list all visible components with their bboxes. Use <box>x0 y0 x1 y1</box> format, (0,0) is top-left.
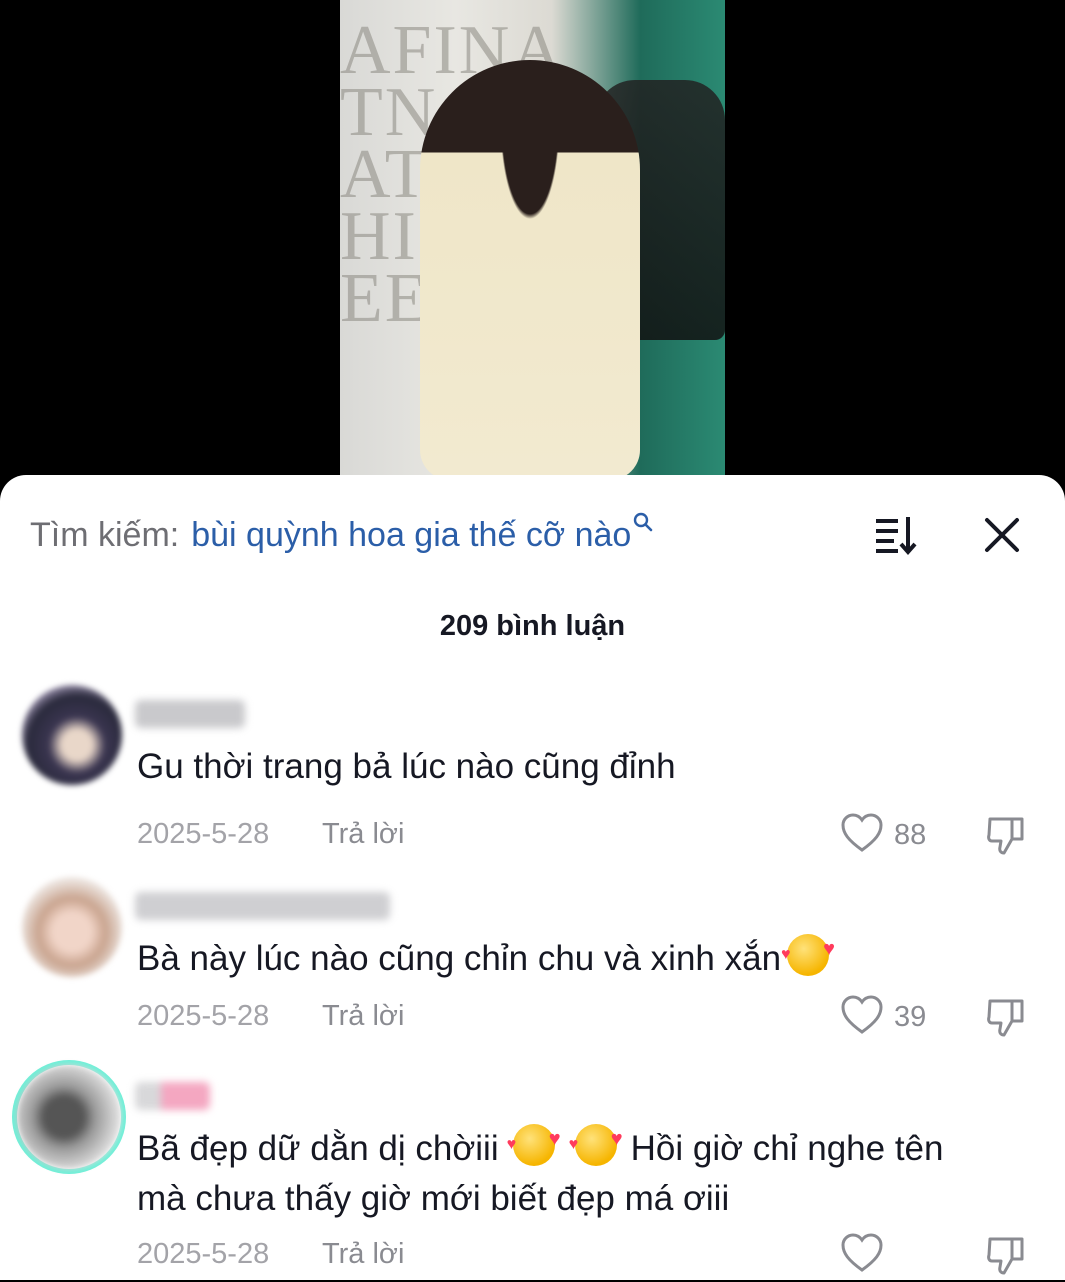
comment-date: 2025-5-28 <box>137 818 270 850</box>
comment-text-part2: Hồi giờ chỉ nghe tên <box>630 1129 944 1168</box>
heart-icon <box>840 813 884 858</box>
comment-text-part1: Bã đẹp dữ dằn dị chờiii <box>137 1129 499 1168</box>
heart-icon <box>840 1233 884 1278</box>
username-blurred[interactable] <box>135 892 390 920</box>
comment-text: Bà này lúc nào cũng chỉn chu và xinh xắn <box>137 924 835 984</box>
reply-button[interactable]: Trả lời <box>322 1000 404 1033</box>
avatar[interactable] <box>17 1065 121 1169</box>
like-button[interactable] <box>840 1233 894 1278</box>
close-icon[interactable] <box>982 515 1022 555</box>
like-button[interactable]: 39 <box>840 995 926 1040</box>
search-prefix-label: Tìm kiếm: <box>30 515 180 554</box>
comment-text-body: Bà này lúc nào cũng chỉn chu và xinh xắn <box>137 939 782 978</box>
comment-item: Gu thời trang bả lúc nào cũng đỉnh 2025-… <box>0 685 1065 855</box>
search-icon <box>633 512 653 538</box>
comment-date: 2025-5-28 <box>137 1238 270 1270</box>
comment-text-line2: mà chưa thấy giờ mới biết đẹp má ơiii <box>137 1179 730 1218</box>
comment-count: 209 bình luận <box>439 610 626 642</box>
comments-sheet: Tìm kiếm: bùi quỳnh hoa gia thế cỡ nào 2… <box>0 475 1065 1280</box>
smiling-face-with-hearts-icon <box>507 1114 561 1170</box>
comment-item: Bà này lúc nào cũng chỉn chu và xinh xắn… <box>0 877 1065 1047</box>
search-query-link[interactable]: bùi quỳnh hoa gia thế cỡ nào <box>191 516 631 555</box>
dislike-icon[interactable] <box>984 995 1028 1039</box>
like-button[interactable]: 88 <box>840 813 926 858</box>
username-blurred[interactable] <box>135 700 245 728</box>
avatar[interactable] <box>22 877 122 977</box>
comment-item: Bã đẹp dữ dằn dị chờiii Hồi giờ chỉ nghe … <box>0 1065 1065 1280</box>
avatar[interactable] <box>22 685 122 785</box>
dislike-icon[interactable] <box>984 1233 1028 1277</box>
sort-icon[interactable] <box>872 513 920 557</box>
comment-date: 2025-5-28 <box>137 1000 270 1032</box>
like-count: 88 <box>894 819 927 851</box>
video-player[interactable]: AFINATNAATIOHICEE <box>0 0 1065 500</box>
woman-in-cream-dress <box>420 60 640 475</box>
username-blurred[interactable] <box>135 1082 210 1110</box>
video-frame[interactable]: AFINATNAATIOHICEE <box>340 0 725 475</box>
smiling-face-with-hearts-icon <box>781 924 835 980</box>
reply-button[interactable]: Trả lời <box>322 1238 404 1271</box>
comment-text: Bã đẹp dữ dằn dị chờiii Hồi giờ chỉ nghe … <box>137 1114 1037 1224</box>
reply-button[interactable]: Trả lời <box>322 818 404 851</box>
like-count: 39 <box>894 1001 927 1033</box>
search-suggestion[interactable]: Tìm kiếm: bùi quỳnh hoa gia thế cỡ nào <box>30 512 653 555</box>
comment-text: Gu thời trang bả lúc nào cũng đỉnh <box>137 747 676 786</box>
heart-icon <box>840 995 884 1040</box>
dislike-icon[interactable] <box>984 813 1028 857</box>
smiling-face-with-hearts-icon <box>569 1114 623 1170</box>
